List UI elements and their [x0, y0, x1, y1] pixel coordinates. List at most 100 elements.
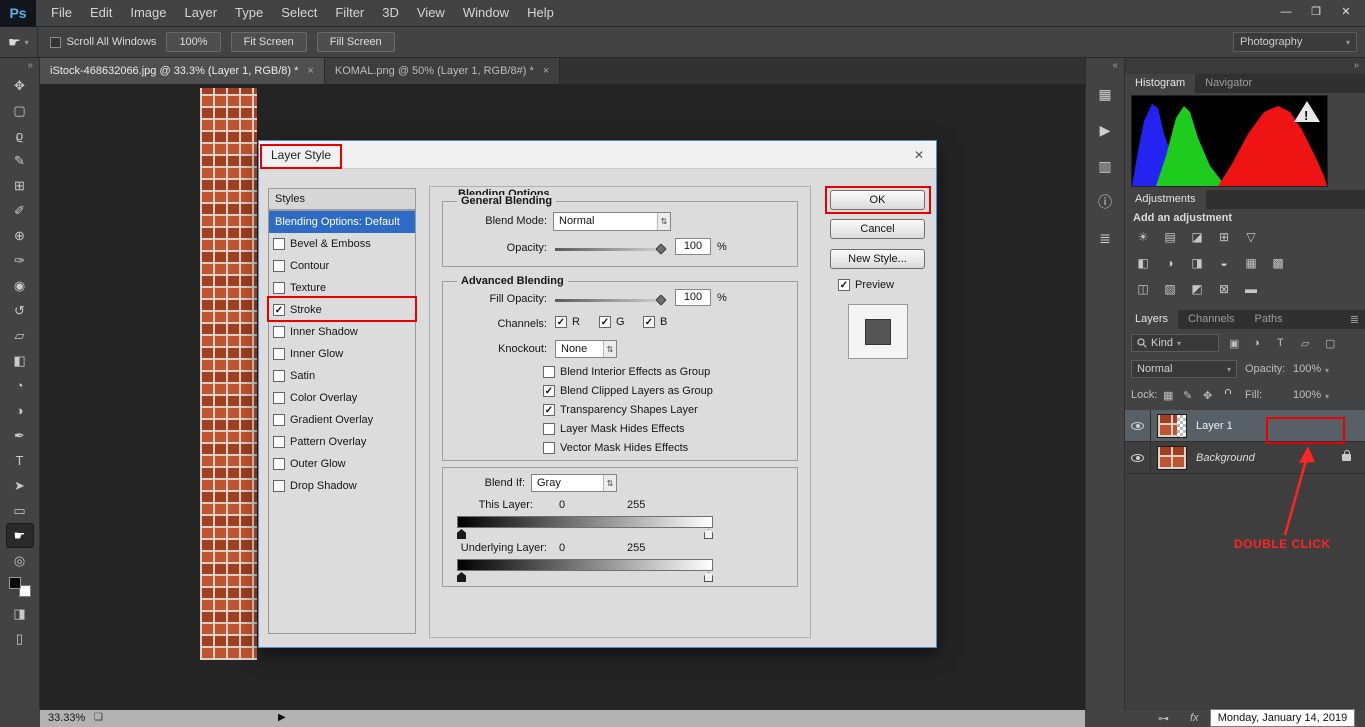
hue-saturation-icon[interactable]: ◧: [1133, 255, 1153, 271]
opacity-value-field[interactable]: 100: [675, 238, 711, 255]
color-balance-icon[interactable]: ◑: [1160, 255, 1180, 271]
zoom-tool[interactable]: ◎: [6, 548, 34, 573]
close-tab-icon[interactable]: ×: [543, 65, 549, 77]
channel-b[interactable]: ✓ B: [643, 316, 667, 328]
option-blend-interior[interactable]: Blend Interior Effects as Group: [543, 366, 710, 378]
tab-histogram[interactable]: Histogram: [1125, 74, 1196, 93]
dodge-tool[interactable]: ◑: [6, 398, 34, 423]
layer-row-layer-1[interactable]: Layer 1: [1125, 410, 1365, 442]
preview-checkbox[interactable]: ✓: [838, 279, 850, 291]
menu-view[interactable]: View: [408, 0, 454, 26]
scroll-all-windows-checkbox[interactable]: [49, 36, 61, 48]
dialog-title-bar[interactable]: Layer Style: [259, 141, 936, 169]
tab-layers[interactable]: Layers: [1125, 310, 1179, 329]
fx-icon[interactable]: fx: [1190, 712, 1199, 724]
zoom-100-button[interactable]: 100%: [166, 32, 221, 52]
quick-mask-tool[interactable]: ◨: [6, 601, 34, 626]
slider-thumb[interactable]: [655, 243, 667, 255]
style-item-blending-options[interactable]: Blending Options: Default: [269, 211, 415, 233]
checkbox[interactable]: ✓: [555, 316, 567, 328]
menu-image[interactable]: Image: [121, 0, 175, 26]
style-item-gradient-overlay[interactable]: Gradient Overlay: [269, 409, 415, 431]
swatches-panel-icon[interactable]: ▦: [1090, 79, 1120, 109]
filter-pixel-layers-icon[interactable]: ▣: [1229, 337, 1239, 350]
checkbox[interactable]: ✓: [599, 316, 611, 328]
layer-thumbnail[interactable]: [1157, 445, 1187, 470]
option-vector-mask-hides[interactable]: Vector Mask Hides Effects: [543, 442, 688, 454]
zoom-level[interactable]: 33.33%: [48, 712, 85, 724]
checkbox[interactable]: [273, 326, 285, 338]
menu-help[interactable]: Help: [518, 0, 563, 26]
invert-icon[interactable]: ◫: [1133, 281, 1153, 297]
filter-type-layers-icon[interactable]: T: [1277, 337, 1284, 349]
lasso-tool[interactable]: ϱ: [6, 123, 34, 148]
document-image[interactable]: [200, 88, 257, 660]
type-tool[interactable]: T: [6, 448, 34, 473]
checkbox[interactable]: [273, 238, 285, 250]
menu-layer[interactable]: Layer: [176, 0, 227, 26]
channel-g[interactable]: ✓ G: [599, 316, 625, 328]
actions-panel-icon[interactable]: ▶: [1090, 115, 1120, 145]
info-panel-icon[interactable]: ⓘ: [1090, 187, 1120, 217]
checkbox[interactable]: ✓: [643, 316, 655, 328]
style-item-bevel-emboss[interactable]: Bevel & Emboss: [269, 233, 415, 255]
ok-button[interactable]: OK: [830, 190, 925, 210]
channel-mixer-icon[interactable]: ▦: [1241, 255, 1261, 271]
healing-brush-tool[interactable]: ⊕: [6, 223, 34, 248]
document-tab[interactable]: KOMAL.png @ 50% (Layer 1, RGB/8#) * ×: [324, 58, 561, 84]
fill-opacity-slider[interactable]: [555, 294, 667, 306]
layer-opacity-value[interactable]: 100%: [1293, 363, 1321, 375]
option-layer-mask-hides[interactable]: Layer Mask Hides Effects: [543, 423, 685, 435]
checkbox[interactable]: ✓: [273, 304, 285, 316]
menu-edit[interactable]: Edit: [81, 0, 121, 26]
highlight-slider-thumb[interactable]: [704, 572, 713, 582]
menu-3d[interactable]: 3D: [373, 0, 408, 26]
filter-smart-objects-icon[interactable]: ▢: [1325, 337, 1335, 350]
visibility-toggle[interactable]: [1125, 410, 1151, 441]
tool-preset-picker[interactable]: ☛ ▾: [0, 27, 38, 57]
vibrance-icon[interactable]: ▽: [1241, 229, 1261, 245]
checkbox[interactable]: [273, 480, 285, 492]
hand-tool[interactable]: ☛: [5, 523, 34, 548]
link-icon[interactable]: ⊶: [1158, 712, 1169, 725]
checkbox[interactable]: [273, 370, 285, 382]
blend-if-select[interactable]: Gray ⇅: [531, 474, 617, 492]
gradient-tool[interactable]: ◧: [6, 348, 34, 373]
knockout-select[interactable]: None ⇅: [555, 340, 617, 358]
history-brush-tool[interactable]: ↺: [6, 298, 34, 323]
checkbox[interactable]: [273, 260, 285, 272]
minimize-button[interactable]: —: [1271, 0, 1301, 23]
checkbox[interactable]: [543, 366, 555, 378]
highlight-slider-thumb[interactable]: [704, 529, 713, 539]
levels-icon[interactable]: ▤: [1160, 229, 1180, 245]
rectangle-tool[interactable]: ▭: [6, 498, 34, 523]
style-item-stroke[interactable]: ✓ Stroke: [269, 299, 415, 321]
shadow-slider-thumb[interactable]: [457, 529, 466, 539]
foreground-color-swatch[interactable]: [8, 577, 21, 589]
style-item-inner-shadow[interactable]: Inner Shadow: [269, 321, 415, 343]
style-item-texture[interactable]: Texture: [269, 277, 415, 299]
checkbox[interactable]: [273, 458, 285, 470]
collapse-panels-right-icon[interactable]: »: [1125, 58, 1365, 74]
screen-mode-tool[interactable]: ▯: [6, 626, 34, 651]
tab-navigator[interactable]: Navigator: [1195, 74, 1262, 93]
fill-screen-button[interactable]: Fill Screen: [316, 32, 395, 52]
style-item-inner-glow[interactable]: Inner Glow: [269, 343, 415, 365]
layer-name[interactable]: Background: [1196, 452, 1255, 464]
brightness-contrast-icon[interactable]: ☀: [1133, 229, 1153, 245]
style-item-outer-glow[interactable]: Outer Glow: [269, 453, 415, 475]
chevron-down-icon[interactable]: ▾: [1325, 392, 1329, 401]
eraser-tool[interactable]: ▱: [6, 323, 34, 348]
gradient-map-icon[interactable]: ▬: [1241, 281, 1261, 297]
brush-tool[interactable]: ✑: [6, 248, 34, 273]
panel-menu-icon[interactable]: ≣: [1350, 313, 1359, 326]
layer-blend-mode-select[interactable]: Normal ▾: [1131, 360, 1237, 378]
style-item-color-overlay[interactable]: Color Overlay: [269, 387, 415, 409]
styles-panel-icon[interactable]: ▥: [1090, 151, 1120, 181]
menu-window[interactable]: Window: [454, 0, 518, 26]
checkbox[interactable]: [543, 423, 555, 435]
status-overflow-icon[interactable]: ▶: [278, 712, 286, 723]
layer-thumbnail[interactable]: [1157, 413, 1187, 438]
posterize-icon[interactable]: ▧: [1160, 281, 1180, 297]
checkbox[interactable]: [543, 442, 555, 454]
